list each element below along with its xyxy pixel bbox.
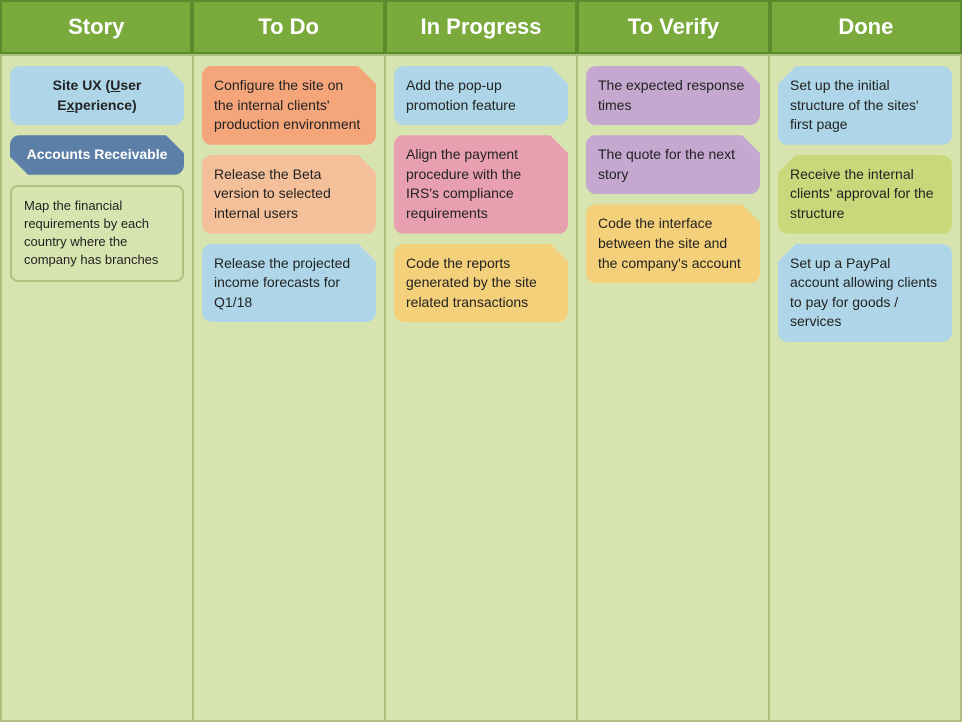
toverify-card-2-label: The quote for the next story — [598, 146, 735, 182]
inprogress-column: Add the pop-up promotion feature Align t… — [386, 56, 578, 720]
inprogress-card-2-label: Align the payment procedure with the IRS… — [406, 146, 521, 221]
toverify-card-3-label: Code the interface between the site and … — [598, 215, 741, 270]
story-column: Site UX (User Experience) Accounts Recei… — [2, 56, 194, 720]
inprogress-card-2[interactable]: Align the payment procedure with the IRS… — [394, 135, 568, 233]
done-card-3-label: Set up a PayPal account allowing clients… — [790, 255, 937, 330]
header-story: Story — [0, 0, 192, 54]
todo-card-1[interactable]: Configure the site on the internal clien… — [202, 66, 376, 145]
story-ar-label: Accounts Receivable — [27, 146, 168, 162]
todo-card-2[interactable]: Release the Beta version to selected int… — [202, 155, 376, 234]
toverify-column: The expected response times The quote fo… — [578, 56, 770, 720]
toverify-card-1-label: The expected response times — [598, 77, 744, 113]
body-row: Site UX (User Experience) Accounts Recei… — [0, 54, 962, 722]
story-ux-label: Site UX (User Experience) — [53, 77, 142, 113]
done-card-2-label: Receive the internal clients' approval f… — [790, 166, 934, 221]
todo-column: Configure the site on the internal clien… — [194, 56, 386, 720]
toverify-card-3[interactable]: Code the interface between the site and … — [586, 204, 760, 283]
header-row: Story To Do In Progress To Verify Done — [0, 0, 962, 54]
story-card-ar[interactable]: Accounts Receivable — [10, 135, 184, 175]
todo-card-2-label: Release the Beta version to selected int… — [214, 166, 331, 221]
story-map-label: Map the financial requirements by each c… — [24, 198, 158, 268]
inprogress-card-1[interactable]: Add the pop-up promotion feature — [394, 66, 568, 125]
header-done: Done — [770, 0, 962, 54]
inprogress-card-1-label: Add the pop-up promotion feature — [406, 77, 516, 113]
todo-card-1-label: Configure the site on the internal clien… — [214, 77, 360, 132]
done-card-2[interactable]: Receive the internal clients' approval f… — [778, 155, 952, 234]
todo-card-3-label: Release the projected income forecasts f… — [214, 255, 350, 310]
kanban-board: Story To Do In Progress To Verify Done S… — [0, 0, 962, 722]
story-card-map[interactable]: Map the financial requirements by each c… — [10, 185, 184, 282]
header-inprogress: In Progress — [385, 0, 577, 54]
inprogress-card-3[interactable]: Code the reports generated by the site r… — [394, 244, 568, 323]
done-column: Set up the initial structure of the site… — [770, 56, 960, 720]
header-todo: To Do — [192, 0, 384, 54]
toverify-card-2[interactable]: The quote for the next story — [586, 135, 760, 194]
toverify-card-1[interactable]: The expected response times — [586, 66, 760, 125]
todo-card-3[interactable]: Release the projected income forecasts f… — [202, 244, 376, 323]
done-card-1-label: Set up the initial structure of the site… — [790, 77, 919, 132]
done-card-3[interactable]: Set up a PayPal account allowing clients… — [778, 244, 952, 342]
header-toverify: To Verify — [577, 0, 769, 54]
inprogress-card-3-label: Code the reports generated by the site r… — [406, 255, 537, 310]
story-card-ux[interactable]: Site UX (User Experience) — [10, 66, 184, 125]
done-card-1[interactable]: Set up the initial structure of the site… — [778, 66, 952, 145]
